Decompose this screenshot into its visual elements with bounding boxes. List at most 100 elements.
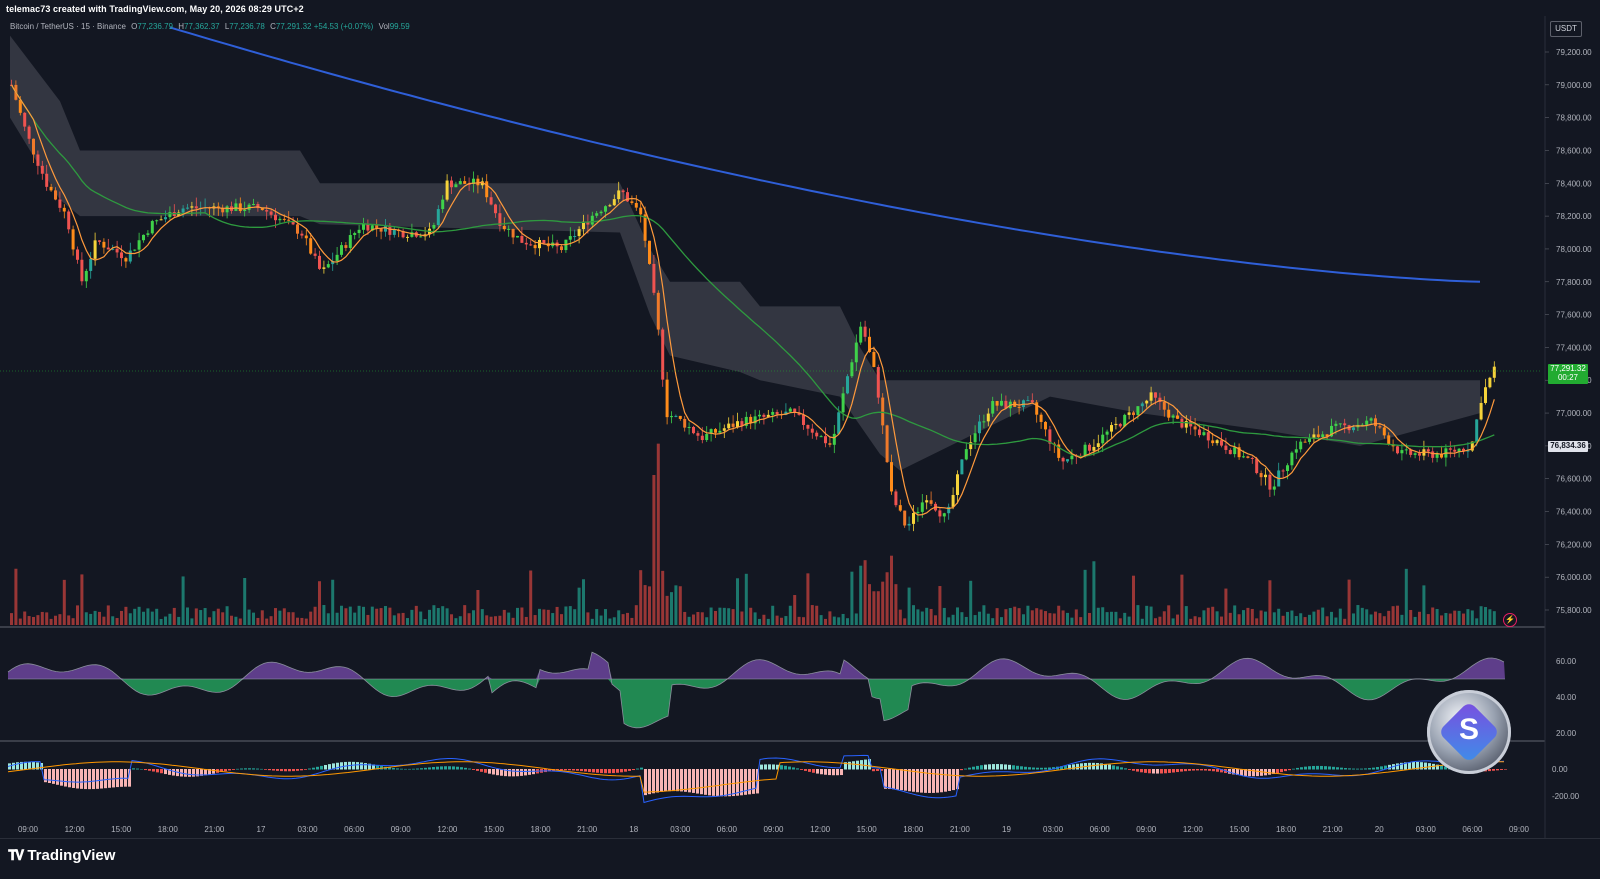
volume-bar (414, 605, 418, 625)
macd-hist-bar (528, 769, 531, 775)
lightning-icon[interactable]: ⚡ (1503, 613, 1517, 627)
candle-body (727, 423, 731, 429)
volume-bar (164, 616, 167, 625)
macd-hist-bar (48, 769, 51, 784)
candle-body (1242, 456, 1245, 458)
volume-bar (1453, 610, 1457, 625)
candle-body (1312, 434, 1316, 438)
macd-hist-bar (832, 769, 835, 776)
time-tick-label: 21:00 (577, 825, 598, 834)
macd-hist-bar (1320, 765, 1323, 770)
macd-hist-bar (996, 764, 999, 770)
macd-hist-bar (156, 769, 159, 773)
volume-bar (49, 618, 53, 625)
macd-hist-bar (640, 767, 643, 770)
candle-body (300, 233, 304, 236)
candle-body (661, 329, 665, 380)
macd-hist-bar (240, 768, 243, 770)
macd-hist-bar (352, 761, 355, 770)
macd-hist-bar (652, 769, 655, 794)
volume-bar (1237, 614, 1241, 625)
volume-bar (639, 570, 643, 625)
volume-bar (172, 607, 176, 625)
volume-bar (397, 613, 401, 625)
candle-body (590, 215, 594, 225)
macd-hist-bar (264, 769, 267, 770)
macd-hist-bar (1148, 769, 1151, 774)
volume-bar (916, 609, 920, 625)
volume-bar (1000, 617, 1003, 625)
candle-body (1044, 421, 1047, 430)
macd-hist-bar (800, 769, 803, 770)
candle-body (956, 474, 959, 496)
volume-bar (1387, 610, 1391, 625)
candle-body (388, 225, 392, 235)
candle-body (643, 214, 647, 241)
candle-body (771, 411, 775, 415)
volume-bar (313, 606, 317, 625)
macd-hist-bar (408, 768, 411, 770)
volume-bar (45, 612, 49, 625)
candle-body (1303, 441, 1307, 443)
volume-bar (1228, 612, 1232, 625)
volume-bar (1404, 568, 1408, 625)
macd-hist-bar (644, 769, 647, 796)
coin-badge-icon: S (1427, 690, 1511, 774)
currency-selector[interactable]: USDT (1550, 21, 1582, 37)
volume-bar (749, 607, 753, 625)
candle-body (445, 180, 449, 200)
volume-bar (670, 592, 673, 625)
macd-hist-bar (272, 769, 275, 771)
macd-hist-bar (448, 766, 451, 770)
macd-hist-bar (452, 766, 455, 770)
volume-bar (1312, 611, 1316, 625)
volume-bar (54, 615, 57, 625)
volume-bar (643, 585, 647, 625)
volume-bar (705, 617, 709, 625)
macd-hist-bar (192, 769, 195, 777)
symbol-name[interactable]: Bitcoin / TetherUS · 15 · Binance (10, 22, 126, 31)
volume-bar (291, 612, 295, 625)
volume-bar (1308, 614, 1311, 625)
macd-hist-bar (1352, 768, 1355, 770)
macd-hist-bar (100, 769, 103, 789)
volume-bar (1422, 585, 1426, 625)
volume-bar (1030, 610, 1034, 625)
volume-bar (1013, 606, 1017, 625)
volume-bar (287, 612, 291, 625)
volume-bar (1259, 610, 1263, 625)
tradingview-logo[interactable]: 𝐓𝐕 TradingView (8, 847, 115, 864)
volume-bar (991, 618, 995, 625)
macd-hist-bar (1356, 768, 1359, 770)
volume-bar (1158, 616, 1162, 625)
candle-body (1365, 420, 1369, 425)
macd-hist-bar (596, 769, 599, 773)
volume-bar (234, 616, 238, 625)
volume-bar (683, 611, 687, 625)
candle-body (722, 428, 726, 431)
price-tick-label: 78,000.00 (1556, 245, 1592, 254)
macd-hist-bar (988, 764, 991, 770)
candle-body (912, 513, 915, 524)
current-price-tag: 77,291.32 00:27 (1548, 364, 1588, 384)
volume-bar (538, 608, 541, 625)
candle-body (639, 207, 643, 215)
candle-body (1453, 449, 1457, 452)
volume-bar (1321, 607, 1325, 625)
candle-body (978, 421, 981, 434)
volume-bar (780, 617, 783, 625)
volume-bar (938, 586, 942, 625)
chart-canvas[interactable]: 79,200.00 79,000.00 78,800.00 78,600.00 78,4… (0, 0, 1600, 838)
macd-hist-bar (1012, 765, 1015, 770)
volume-bar (428, 609, 431, 625)
candle-body (1088, 444, 1091, 451)
macd-hist-bar (648, 769, 651, 795)
macd-hist-bar (1340, 767, 1343, 770)
candle-body (920, 502, 924, 512)
candle-body (1202, 432, 1206, 436)
time-tick-label: 03:00 (298, 825, 319, 834)
volume-bar (617, 610, 621, 625)
volume-bar (318, 581, 321, 625)
candle-body (683, 418, 687, 428)
candle-body (1400, 450, 1404, 454)
